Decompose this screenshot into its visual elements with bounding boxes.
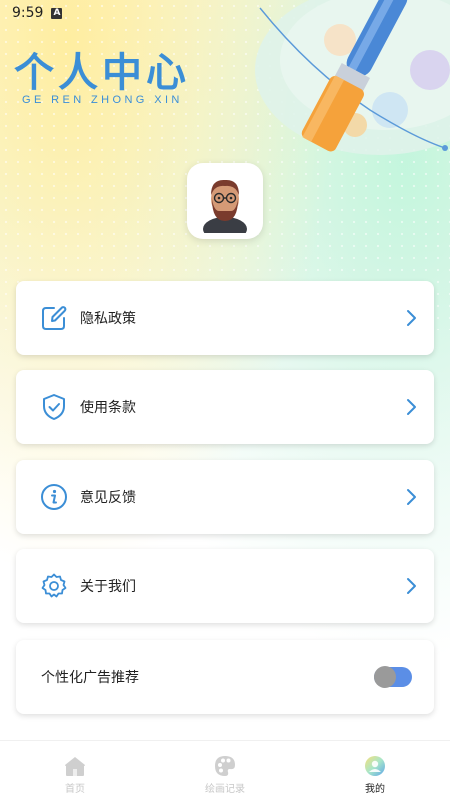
menu-item-feedback[interactable]: 意见反馈 [16, 460, 434, 534]
bottom-nav: 首页 绘画记录 我的 [0, 740, 450, 801]
menu-item-terms-of-use[interactable]: 使用条款 [16, 370, 434, 444]
menu-item-about-us[interactable]: 关于我们 [16, 549, 434, 623]
gear-icon [41, 573, 67, 598]
page-subtitle: GE REN ZHONG XIN [22, 94, 183, 106]
home-icon [65, 757, 85, 776]
nav-item-profile[interactable]: 我的 [300, 741, 450, 801]
status-time: 9:59 [12, 5, 44, 21]
avatar[interactable] [187, 163, 263, 239]
nav-label: 首页 [65, 784, 85, 795]
menu-item-label: 隐私政策 [80, 311, 136, 327]
ad-toggle-label: 个性化广告推荐 [41, 670, 139, 686]
menu-item-label: 使用条款 [80, 400, 136, 416]
chevron-right-icon [407, 489, 416, 505]
notification-icon: A [51, 7, 63, 19]
shield-check-icon [43, 394, 65, 420]
menu-item-personalized-ads: 个性化广告推荐 [16, 640, 434, 714]
info-icon [41, 484, 67, 510]
profile-icon [365, 756, 385, 776]
page-title: 个人中心 [14, 49, 190, 96]
nav-item-home[interactable]: 首页 [0, 741, 150, 801]
palette-illustration [255, 0, 450, 155]
toggle-knob [374, 666, 396, 688]
chevron-right-icon [407, 310, 416, 326]
menu-item-privacy-policy[interactable]: 隐私政策 [16, 281, 434, 355]
edit-icon [42, 306, 67, 330]
nav-item-drawing-history[interactable]: 绘画记录 [150, 741, 300, 801]
palette-icon [215, 756, 235, 776]
menu-item-label: 意见反馈 [80, 490, 136, 506]
chevron-right-icon [407, 399, 416, 415]
menu-item-label: 关于我们 [80, 579, 136, 595]
nav-label: 绘画记录 [205, 784, 245, 795]
nav-label: 我的 [365, 784, 385, 795]
personalized-ads-toggle[interactable] [374, 666, 412, 688]
user-avatar-icon [203, 179, 247, 233]
chevron-right-icon [407, 578, 416, 594]
